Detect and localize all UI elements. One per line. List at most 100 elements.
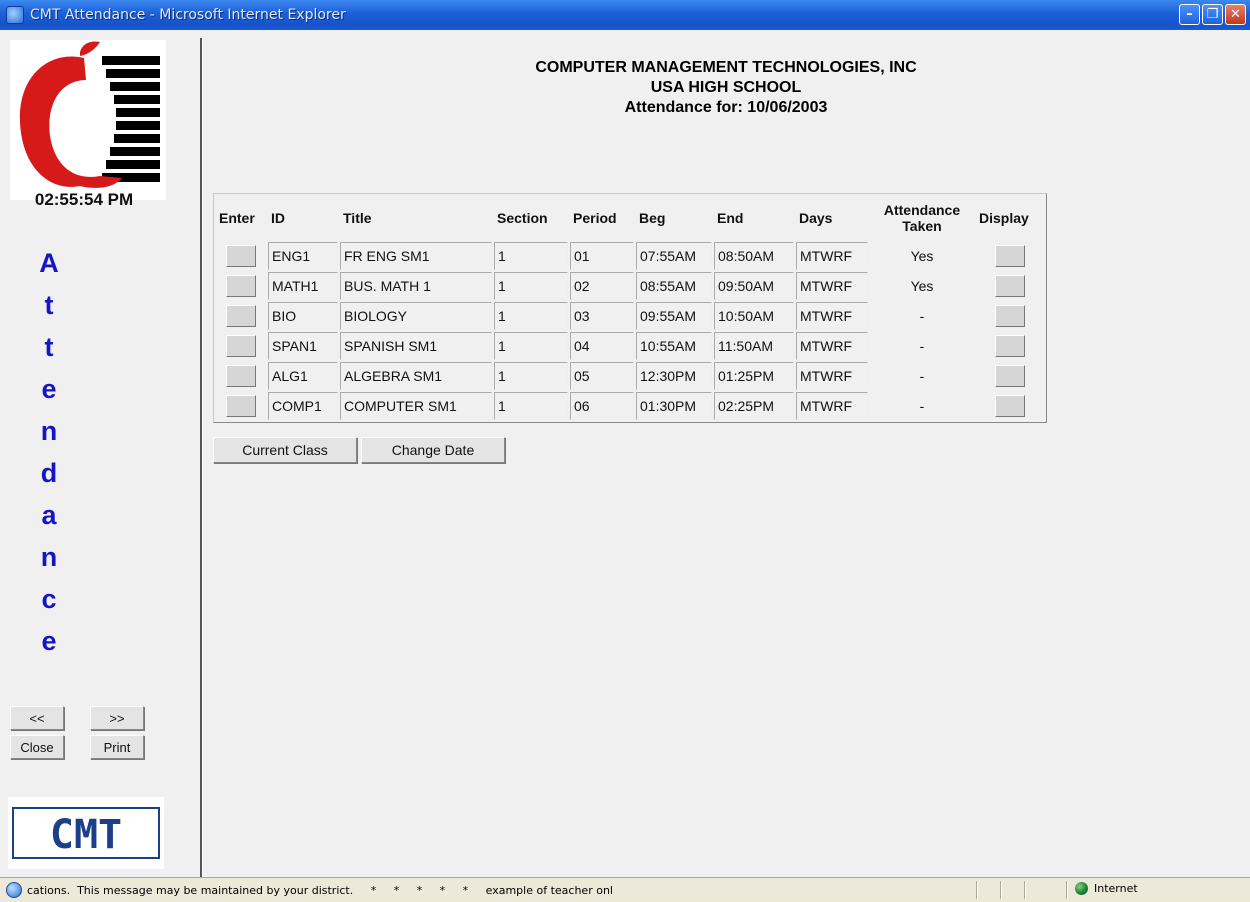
letter: A <box>39 248 59 278</box>
class-id: BIO <box>268 302 338 330</box>
next-button[interactable]: >> <box>90 706 144 730</box>
table-header-row: Enter ID Title Section Period Beg End Da… <box>216 196 1044 240</box>
display-button-cell <box>976 272 1044 300</box>
class-id: COMP1 <box>268 392 338 420</box>
class-period: 05 <box>570 362 634 390</box>
enter-button-cell <box>216 242 266 270</box>
enter-button-cell <box>216 362 266 390</box>
class-title: BIOLOGY <box>340 302 492 330</box>
class-begin-time: 10:55AM <box>636 332 712 360</box>
cmt-logo-graphic: CMT <box>12 807 160 859</box>
display-button-cell <box>976 332 1044 360</box>
enter-button[interactable] <box>226 365 256 387</box>
class-title: SPANISH SM1 <box>340 332 492 360</box>
class-days: MTWRF <box>796 362 868 390</box>
class-title: ALGEBRA SM1 <box>340 362 492 390</box>
class-id: ENG1 <box>268 242 338 270</box>
class-period: 01 <box>570 242 634 270</box>
close-window-button[interactable]: ✕ <box>1225 4 1246 25</box>
restore-icon: ❐ <box>1206 7 1219 22</box>
class-days: MTWRF <box>796 302 868 330</box>
class-days: MTWRF <box>796 242 868 270</box>
class-end-time: 01:25PM <box>714 362 794 390</box>
table-row: ENG1 FR ENG SM1 1 01 07:55AM 08:50AM MTWRF Yes <box>216 242 1044 270</box>
class-days: MTWRF <box>796 272 868 300</box>
letter: a <box>41 500 57 530</box>
change-date-button[interactable]: Change Date <box>361 437 505 463</box>
class-begin-time: 08:55AM <box>636 272 712 300</box>
prev-button[interactable]: << <box>10 706 64 730</box>
attendance-date: Attendance for: 10/06/2003 <box>624 99 828 116</box>
frame-divider[interactable] <box>200 38 203 877</box>
window-title: CMT Attendance - Microsoft Internet Expl… <box>30 7 346 23</box>
letter: n <box>40 542 58 572</box>
class-section: 1 <box>494 332 568 360</box>
display-button-cell <box>976 302 1044 330</box>
class-end-time: 02:25PM <box>714 392 794 420</box>
display-button-cell <box>976 362 1044 390</box>
enter-button[interactable] <box>226 275 256 297</box>
table-row: COMP1 COMPUTER SM1 1 06 01:30PM 02:25PM MTWRF - <box>216 392 1044 420</box>
letter: t <box>44 290 54 320</box>
class-period: 04 <box>570 332 634 360</box>
column-header: ID <box>271 210 285 226</box>
status-message: cations. This message may be maintained … <box>27 883 613 897</box>
class-section: 1 <box>494 392 568 420</box>
class-title: FR ENG SM1 <box>340 242 492 270</box>
column-header: Attendance Taken <box>883 202 961 234</box>
attendance-taken: Yes <box>870 272 974 300</box>
column-header: Beg <box>639 210 666 226</box>
display-button[interactable] <box>995 365 1025 387</box>
class-end-time: 10:50AM <box>714 302 794 330</box>
apple-logo-graphic <box>19 41 160 188</box>
status-divider <box>1000 881 1002 899</box>
security-zone: Internet <box>1075 882 1138 895</box>
class-days: MTWRF <box>796 392 868 420</box>
display-button[interactable] <box>995 335 1025 357</box>
display-button-cell <box>976 242 1044 270</box>
close-button[interactable]: Close <box>10 735 64 759</box>
left-frame: 02:55:54 PM A t t e n d a n c e << >> Cl… <box>4 30 200 877</box>
ie-app-icon <box>6 6 24 24</box>
enter-button[interactable] <box>226 245 256 267</box>
enter-button-cell <box>216 332 266 360</box>
class-end-time: 08:50AM <box>714 242 794 270</box>
attendance-taken: - <box>870 302 974 330</box>
table-row: ALG1 ALGEBRA SM1 1 05 12:30PM 01:25PM MTWRF - <box>216 362 1044 390</box>
enter-button[interactable] <box>226 395 256 417</box>
current-class-button[interactable]: Current Class <box>213 437 357 463</box>
letter: e <box>41 374 57 404</box>
letter: e <box>41 626 57 656</box>
table-row: MATH1 BUS. MATH 1 1 02 08:55AM 09:50AM MTWRF Ye… <box>216 272 1044 300</box>
clock: 02:55:54 PM <box>34 190 134 209</box>
status-divider <box>1024 881 1026 899</box>
display-button[interactable] <box>995 305 1025 327</box>
class-title: COMPUTER SM1 <box>340 392 492 420</box>
class-period: 02 <box>570 272 634 300</box>
class-begin-time: 12:30PM <box>636 362 712 390</box>
attendance-taken: - <box>870 332 974 360</box>
table-row: SPAN1 SPANISH SM1 1 04 10:55AM 11:50AM MTWRF - <box>216 332 1044 360</box>
globe-icon <box>1075 882 1088 895</box>
letter: d <box>40 458 58 488</box>
letter: n <box>40 416 58 446</box>
browser-content: 02:55:54 PM A t t e n d a n c e << >> Cl… <box>0 30 1250 877</box>
display-button[interactable] <box>995 275 1025 297</box>
window-controls: – ❐ ✕ <box>1179 4 1246 25</box>
class-begin-time: 07:55AM <box>636 242 712 270</box>
class-begin-time: 09:55AM <box>636 302 712 330</box>
display-button[interactable] <box>995 395 1025 417</box>
class-section: 1 <box>494 302 568 330</box>
minimize-button[interactable]: – <box>1179 4 1200 25</box>
column-header: Display <box>979 210 1029 226</box>
enter-button[interactable] <box>226 305 256 327</box>
display-button[interactable] <box>995 245 1025 267</box>
school-name: USA HIGH SCHOOL <box>650 79 802 96</box>
enter-button-cell <box>216 272 266 300</box>
company-name: COMPUTER MANAGEMENT TECHNOLOGIES, INC <box>535 59 917 76</box>
enter-button[interactable] <box>226 335 256 357</box>
print-button[interactable]: Print <box>90 735 144 759</box>
class-section: 1 <box>494 242 568 270</box>
attendance-taken: Yes <box>870 242 974 270</box>
restore-button[interactable]: ❐ <box>1202 4 1223 25</box>
